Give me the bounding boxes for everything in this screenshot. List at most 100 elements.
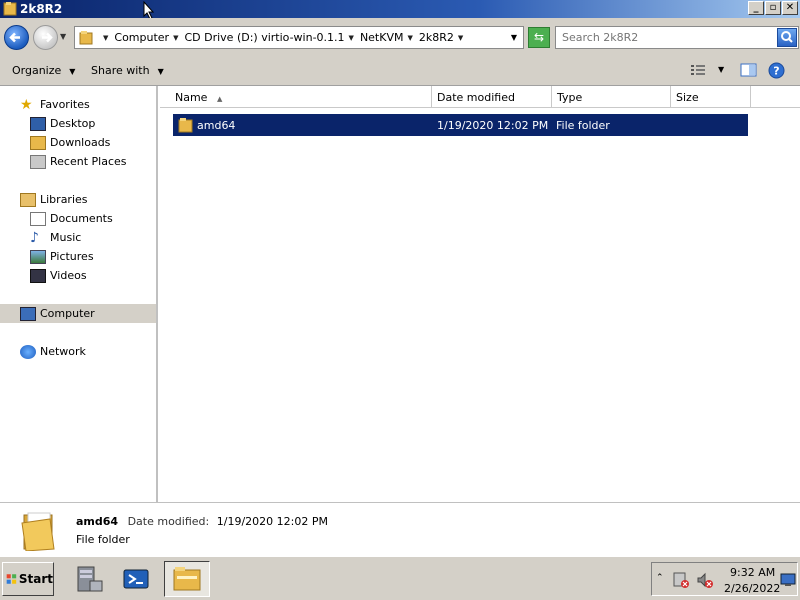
view-details-icon[interactable]	[690, 62, 706, 78]
details-date-value: 1/19/2020 12:02 PM	[216, 515, 328, 528]
start-label: Start	[18, 572, 53, 586]
start-button[interactable]: Start	[2, 562, 54, 596]
column-header-date-modified[interactable]: Date modified	[432, 86, 552, 108]
breadcrumb-cd-drive[interactable]: CD Drive (D:) virtio-win-0.1.1	[184, 31, 344, 44]
recent-places-icon	[30, 154, 46, 169]
help-icon[interactable]: ?	[768, 62, 785, 79]
breadcrumb-arrow-icon[interactable]: ▼	[103, 34, 108, 42]
folder-icon	[3, 2, 17, 16]
close-button[interactable]: ✕	[782, 1, 798, 15]
file-type: File folder	[556, 119, 610, 132]
organize-button[interactable]: Organize ▼	[12, 64, 75, 77]
title-bar[interactable]: 2k8R2 _ ▫ ✕	[0, 0, 800, 18]
computer-icon	[20, 306, 36, 321]
breadcrumb-arrow-icon[interactable]: ▼	[349, 34, 354, 42]
minimize-button[interactable]: _	[748, 1, 764, 15]
details-pane: amd64 Date modified: 1/19/2020 12:02 PM …	[0, 502, 800, 556]
nav-item-pictures[interactable]: Pictures	[30, 247, 94, 266]
arrow-right-icon	[42, 32, 53, 43]
column-header-type[interactable]: Type	[552, 86, 671, 108]
details-name: amd64	[76, 515, 119, 528]
documents-icon	[30, 211, 46, 226]
recent-pages-dropdown[interactable]: ▼	[60, 32, 66, 41]
nav-item-videos[interactable]: Videos	[30, 266, 87, 285]
nav-item-label: Pictures	[50, 250, 94, 263]
explorer-folder-icon	[173, 567, 201, 591]
chevron-down-icon: ▼	[157, 67, 164, 76]
back-button[interactable]	[4, 25, 29, 50]
search-input[interactable]	[562, 31, 772, 44]
preview-pane-icon[interactable]	[740, 62, 757, 78]
column-header-name[interactable]: Name ▲	[160, 86, 432, 108]
file-list: Name ▲ Date modified Type Size amd64 1/1…	[160, 86, 800, 502]
star-icon: ★	[20, 96, 33, 113]
nav-item-desktop[interactable]: Desktop	[30, 114, 95, 133]
breadcrumb-arrow-icon[interactable]: ▼	[173, 34, 178, 42]
svg-text:?: ?	[773, 65, 779, 78]
nav-item-label: Favorites	[40, 98, 90, 111]
nav-item-music[interactable]: ♪ Music	[30, 228, 81, 247]
sort-ascending-icon: ▲	[216, 95, 223, 103]
network-icon	[20, 344, 36, 359]
show-desktop-icon[interactable]	[780, 573, 796, 587]
windows-logo-icon	[6, 574, 17, 584]
chevron-down-icon: ▼	[69, 67, 76, 76]
details-type: File folder	[76, 533, 130, 546]
column-header-filler	[751, 86, 800, 108]
search-button[interactable]	[777, 28, 797, 47]
share-with-button[interactable]: Share with ▼	[91, 64, 164, 77]
column-header-size[interactable]: Size	[671, 86, 751, 108]
show-hidden-icons-icon[interactable]: ⌃	[656, 573, 664, 583]
breadcrumb-netkvm[interactable]: NetKVM	[360, 31, 404, 44]
notification-area: ⌃ 9:32 AM 2/26/2022	[651, 562, 798, 596]
nav-item-recent-places[interactable]: Recent Places	[30, 152, 127, 171]
nav-item-label: Downloads	[50, 136, 111, 149]
nav-item-documents[interactable]: Documents	[30, 209, 113, 228]
breadcrumb-computer[interactable]: Computer	[114, 31, 169, 44]
downloads-folder-icon	[30, 135, 46, 150]
nav-item-label: Videos	[50, 269, 87, 282]
column-header-label: Size	[676, 91, 699, 104]
nav-item-favorites[interactable]: ★ Favorites	[20, 95, 90, 114]
share-with-label: Share with	[91, 64, 150, 77]
videos-icon	[30, 268, 46, 283]
forward-button[interactable]	[33, 25, 58, 50]
nav-item-label: Music	[50, 231, 82, 244]
clock-date[interactable]: 2/26/2022	[724, 582, 780, 595]
libraries-icon	[20, 192, 36, 207]
taskbar-server-manager[interactable]	[70, 561, 106, 597]
speaker-muted-icon[interactable]	[696, 571, 714, 589]
column-header-label: Date modified	[437, 91, 515, 104]
nav-item-label: Recent Places	[50, 155, 127, 168]
details-date-label: Date modified:	[127, 515, 210, 528]
search-icon	[781, 31, 793, 43]
nav-item-computer[interactable]: Computer	[0, 304, 156, 323]
nav-item-downloads[interactable]: Downloads	[30, 133, 110, 152]
taskbar-windows-explorer[interactable]	[164, 561, 210, 597]
desktop-icon	[30, 116, 46, 131]
folder-icon	[178, 118, 193, 133]
breadcrumb-arrow-icon[interactable]: ▼	[458, 34, 463, 42]
window-title: 2k8R2	[20, 2, 63, 16]
address-history-dropdown[interactable]: ▼	[511, 33, 517, 42]
nav-item-libraries[interactable]: Libraries	[20, 190, 88, 209]
nav-item-network[interactable]: Network	[20, 342, 86, 361]
table-row[interactable]: amd64 1/19/2020 12:02 PM File folder	[173, 114, 748, 136]
view-options-dropdown[interactable]: ▼	[718, 65, 724, 74]
clock-time[interactable]: 9:32 AM	[730, 566, 775, 579]
nav-item-label: Network	[40, 345, 86, 358]
taskbar-powershell[interactable]	[118, 561, 154, 597]
refresh-icon: ⇆	[533, 30, 545, 44]
nav-item-label: Desktop	[50, 117, 96, 130]
navigation-pane: ★ Favorites Desktop Downloads Recent Pla…	[0, 86, 158, 502]
maximize-button[interactable]: ▫	[765, 1, 781, 15]
refresh-button[interactable]: ⇆	[528, 27, 550, 48]
action-center-icon[interactable]	[672, 571, 690, 589]
address-bar[interactable]: ▼ Computer ▼ CD Drive (D:) virtio-win-0.…	[74, 26, 524, 49]
breadcrumb-arrow-icon[interactable]: ▼	[407, 34, 412, 42]
breadcrumb-2k8r2[interactable]: 2k8R2	[419, 31, 454, 44]
organize-label: Organize	[12, 64, 62, 77]
folder-large-icon	[21, 512, 55, 551]
file-date-modified: 1/19/2020 12:02 PM	[437, 119, 549, 132]
column-header-label: Name	[175, 91, 208, 104]
